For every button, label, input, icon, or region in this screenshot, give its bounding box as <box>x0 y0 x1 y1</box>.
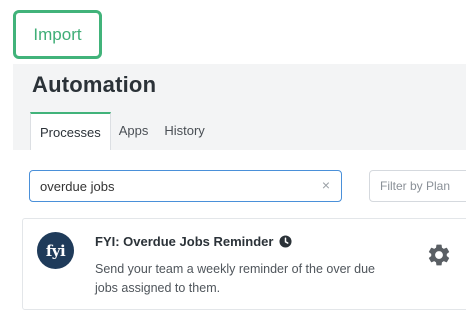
filter-by-plan-select[interactable]: Filter by Plan <box>369 170 466 202</box>
search-box: × <box>29 170 342 202</box>
gear-icon[interactable] <box>426 242 452 268</box>
clear-icon[interactable]: × <box>322 177 330 193</box>
card-title[interactable]: FYI: Overdue Jobs Reminder <box>95 234 292 249</box>
tab-history[interactable]: History <box>156 112 212 148</box>
tab-apps[interactable]: Apps <box>111 112 157 148</box>
import-button[interactable]: Import <box>13 10 102 59</box>
page-title: Automation <box>32 72 157 97</box>
tab-bar: Processes Apps History <box>30 112 213 151</box>
clock-icon <box>279 235 292 248</box>
search-input[interactable] <box>40 178 300 194</box>
card-title-text: FYI: Overdue Jobs Reminder <box>95 234 274 249</box>
fyi-logo: fyi <box>37 232 74 269</box>
tab-processes[interactable]: Processes <box>30 112 111 151</box>
card-description: Send your team a weekly reminder of the … <box>95 262 376 295</box>
